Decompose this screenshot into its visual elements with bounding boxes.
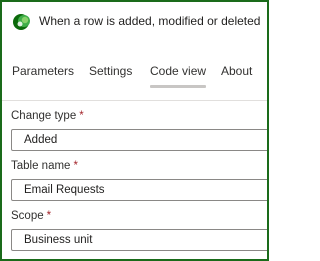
tab-underline <box>150 85 207 88</box>
tab-label: Parameters <box>12 64 75 78</box>
required-marker: * <box>73 160 78 172</box>
change-type-dropdown[interactable]: Added <box>11 129 267 151</box>
table-name-value: Email Requests <box>24 184 105 196</box>
trigger-title: When a row is added, modified or deleted <box>39 14 261 28</box>
tab-label: Settings <box>89 64 133 78</box>
required-marker: * <box>79 110 84 122</box>
tab-code-view[interactable]: Code view <box>150 64 207 88</box>
table-name-label: Table name * <box>11 160 78 172</box>
tab-divider <box>2 100 267 101</box>
tab-label: Code view <box>150 64 207 78</box>
scope-dropdown[interactable]: Business unit <box>11 229 267 251</box>
scope-label-text: Scope <box>11 210 44 222</box>
scope-label: Scope * <box>11 210 51 222</box>
change-type-value: Added <box>24 134 58 146</box>
tab-settings[interactable]: Settings <box>89 64 132 78</box>
trigger-header[interactable]: When a row is added, modified or deleted <box>2 2 267 42</box>
tab-parameters[interactable]: Parameters <box>12 64 74 78</box>
table-name-dropdown[interactable]: Email Requests <box>11 179 267 201</box>
tab-label: About <box>221 64 253 78</box>
table-name-label-text: Table name <box>11 160 71 172</box>
dataverse-logo-icon <box>12 12 32 32</box>
change-type-label-text: Change type <box>11 110 77 122</box>
trigger-card: When a row is added, modified or deleted… <box>0 0 269 261</box>
scope-value: Business unit <box>24 234 93 246</box>
required-marker: * <box>46 210 52 222</box>
tab-about[interactable]: About <box>221 64 252 78</box>
tab-list: Parameters Settings Code view About <box>2 64 267 94</box>
change-type-label: Change type * <box>11 110 84 122</box>
